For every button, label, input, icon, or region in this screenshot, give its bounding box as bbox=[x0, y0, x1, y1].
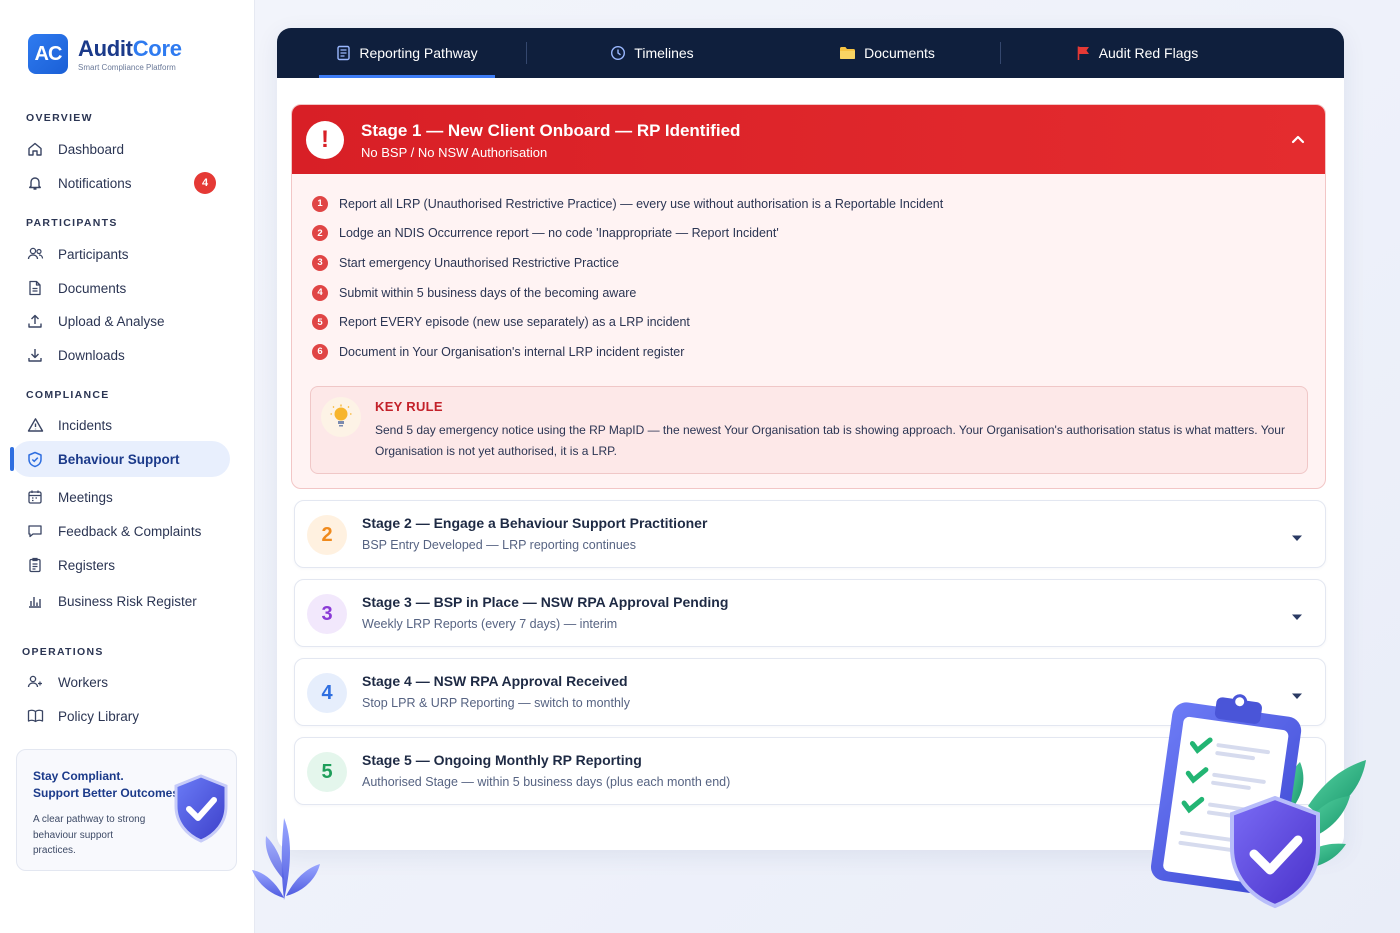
sidebar: AC AuditCore Smart Compliance Platform O… bbox=[0, 0, 255, 933]
stage-title: Stage 5 — Ongoing Monthly RP Reporting bbox=[362, 752, 642, 768]
tab-timelines[interactable]: Timelines bbox=[577, 28, 727, 78]
tab-documents[interactable]: Documents bbox=[812, 28, 962, 78]
nav-section-overview: OVERVIEW bbox=[26, 112, 93, 124]
sidebar-item-meetings[interactable]: Meetings bbox=[12, 479, 230, 515]
chat-icon bbox=[26, 522, 44, 540]
stage-number-badge: 5 bbox=[307, 752, 347, 792]
stage-number-badge: 4 bbox=[307, 673, 347, 713]
stage-subtitle: Authorised Stage — within 5 business day… bbox=[362, 775, 731, 789]
flag-icon bbox=[1076, 45, 1091, 61]
stage-number-badge: 3 bbox=[307, 594, 347, 634]
sidebar-item-notifications[interactable]: Notifications 4 bbox=[12, 165, 230, 201]
brand-tagline: Smart Compliance Platform bbox=[78, 63, 176, 72]
tab-reporting-pathway[interactable]: Reporting Pathway bbox=[319, 28, 495, 78]
sidebar-item-workers[interactable]: Workers bbox=[12, 664, 230, 700]
download-icon bbox=[26, 346, 44, 364]
sidebar-item-incidents[interactable]: Incidents bbox=[12, 407, 230, 443]
document-icon bbox=[26, 279, 44, 297]
step-item: 5 Report EVERY episode (new use separatel… bbox=[312, 307, 943, 337]
key-rule-text: Send 5 day emergency notice using the RP… bbox=[375, 423, 1285, 458]
stage-title: Stage 4 — NSW RPA Approval Received bbox=[362, 673, 628, 689]
clipboard-icon bbox=[26, 556, 44, 574]
promo-card: Stay Compliant. Support Better Outcomes.… bbox=[16, 749, 237, 871]
clipboard-shield-illustration-icon bbox=[1130, 686, 1380, 926]
nav-section-participants: PARTICIPANTS bbox=[26, 217, 118, 229]
chevron-down-icon[interactable] bbox=[1291, 529, 1303, 547]
home-icon bbox=[26, 140, 44, 158]
promo-subtitle: A clear pathway to strong behaviour supp… bbox=[33, 814, 146, 856]
stage-1-steps: 1 Report all LRP (Unauthorised Restrictiv… bbox=[312, 189, 943, 367]
stage-subtitle: Weekly LRP Reports (every 7 days) — inte… bbox=[362, 617, 618, 631]
notifications-badge: 4 bbox=[194, 172, 216, 194]
brand-name: AuditCore bbox=[78, 36, 182, 61]
stage-number-badge: 2 bbox=[307, 515, 347, 555]
folder-icon bbox=[839, 46, 856, 60]
shield-check-illustration-icon bbox=[170, 772, 232, 851]
sidebar-item-participants[interactable]: Participants bbox=[12, 236, 230, 272]
chevron-down-icon[interactable] bbox=[1291, 608, 1303, 626]
sidebar-item-behaviour-support[interactable]: Behaviour Support bbox=[10, 441, 230, 477]
key-rule-box: KEY RULE Send 5 day emergency notice usi… bbox=[310, 386, 1308, 474]
sidebar-item-documents[interactable]: Documents bbox=[12, 270, 230, 306]
chevron-up-icon[interactable] bbox=[1291, 131, 1305, 149]
sidebar-item-dashboard[interactable]: Dashboard bbox=[12, 131, 230, 167]
clock-icon bbox=[610, 45, 626, 61]
plant-decoration-icon bbox=[246, 810, 326, 910]
upload-icon bbox=[26, 312, 44, 330]
brand-logo: AC bbox=[28, 34, 68, 74]
step-item: 6 Document in Your Organisation's interna… bbox=[312, 337, 943, 367]
book-icon bbox=[26, 707, 44, 725]
workers-icon bbox=[26, 673, 44, 691]
bell-icon bbox=[26, 174, 44, 192]
stage-title: Stage 2 — Engage a Behaviour Support Pra… bbox=[362, 515, 708, 531]
sidebar-item-feedback-complaints[interactable]: Feedback & Complaints bbox=[12, 513, 230, 549]
tab-audit-red-flags[interactable]: Audit Red Flags bbox=[1052, 28, 1222, 78]
step-item: 3 Start emergency Unauthorised Restrictiv… bbox=[312, 248, 943, 278]
bar-chart-icon bbox=[26, 592, 44, 610]
step-item: 1 Report all LRP (Unauthorised Restrictiv… bbox=[312, 189, 943, 219]
sidebar-item-upload-analyse[interactable]: Upload & Analyse bbox=[12, 303, 230, 339]
stage-1-header[interactable]: ! Stage 1 — New Client Onboard — RP Iden… bbox=[292, 105, 1325, 174]
stage-1-subtitle: No BSP / No NSW Authorisation bbox=[361, 145, 548, 160]
key-rule-title: KEY RULE bbox=[375, 399, 443, 414]
stage-1-title: Stage 1 — New Client Onboard — RP Identi… bbox=[361, 121, 741, 140]
report-icon bbox=[336, 45, 351, 61]
step-item: 2 Lodge an NDIS Occurrence report — no co… bbox=[312, 219, 943, 249]
sidebar-item-registers[interactable]: Registers bbox=[12, 547, 230, 583]
stage-subtitle: BSP Entry Developed — LRP reporting cont… bbox=[362, 538, 636, 552]
shield-icon bbox=[26, 450, 44, 468]
sidebar-item-downloads[interactable]: Downloads bbox=[12, 337, 230, 373]
promo-title: Stay Compliant. Support Better Outcomes. bbox=[33, 769, 183, 800]
stage-1-panel: ! Stage 1 — New Client Onboard — RP Iden… bbox=[291, 104, 1326, 489]
calendar-icon bbox=[26, 488, 44, 506]
nav-section-compliance: COMPLIANCE bbox=[26, 389, 110, 401]
warning-icon bbox=[26, 416, 44, 434]
sidebar-item-business-risk-register[interactable]: Business Risk Register bbox=[12, 583, 230, 619]
alert-icon: ! bbox=[306, 121, 344, 159]
tab-bar: Reporting Pathway Timelines Documents Au… bbox=[277, 28, 1344, 78]
stage-2-card[interactable]: 2 Stage 2 — Engage a Behaviour Support P… bbox=[294, 500, 1326, 568]
step-item: 4 Submit within 5 business days of the be… bbox=[312, 278, 943, 308]
stage-subtitle: Stop LPR & URP Reporting — switch to mon… bbox=[362, 696, 630, 710]
stage-title: Stage 3 — BSP in Place — NSW RPA Approva… bbox=[362, 594, 729, 610]
stage-3-card[interactable]: 3 Stage 3 — BSP in Place — NSW RPA Appro… bbox=[294, 579, 1326, 647]
nav-section-operations: OPERATIONS bbox=[22, 646, 104, 658]
brand[interactable]: AC AuditCore Smart Compliance Platform bbox=[28, 34, 182, 74]
sidebar-item-policy-library[interactable]: Policy Library bbox=[12, 698, 230, 734]
users-icon bbox=[26, 245, 44, 263]
lightbulb-icon bbox=[321, 397, 361, 437]
